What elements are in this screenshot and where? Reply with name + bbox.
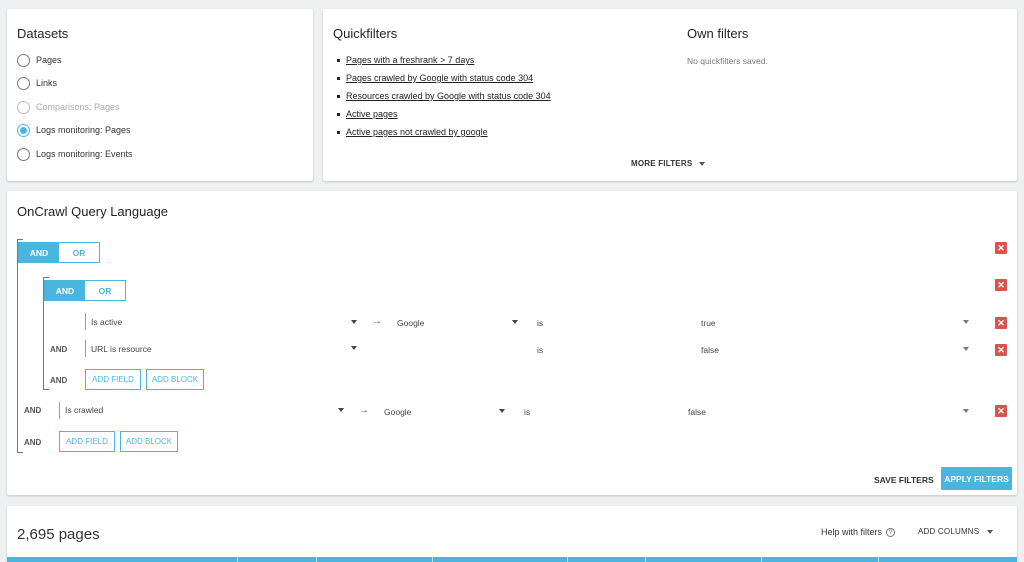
chevron-down-icon[interactable]: [351, 346, 357, 350]
table-header-cell[interactable]: [433, 557, 568, 562]
datasets-title: Datasets: [17, 26, 69, 41]
field-color-bar: [85, 340, 86, 357]
dataset-option-pages[interactable]: Pages: [17, 52, 62, 68]
dataset-option-links[interactable]: Links: [17, 75, 57, 91]
quickfilter-link[interactable]: Active pages not crawled by google: [346, 127, 488, 137]
apply-filters-button[interactable]: APPLY FILTERS: [941, 467, 1012, 490]
toggle-or[interactable]: OR: [85, 281, 125, 300]
chevron-down-icon[interactable]: [499, 409, 505, 413]
quickfilter-item: Pages crawled by Google with status code…: [336, 73, 533, 83]
quickfilter-link[interactable]: Active pages: [346, 109, 398, 119]
chevron-down-icon[interactable]: [351, 320, 357, 324]
operator-text: is: [537, 318, 544, 328]
add-block-button[interactable]: ADD BLOCK: [120, 431, 178, 452]
field-select-is-active[interactable]: Is active: [91, 317, 122, 327]
table-header-cell[interactable]: [317, 557, 433, 562]
oql-card: OnCrawl Query Language AND OR ✕ AND OR ✕…: [7, 191, 1017, 495]
more-filters-button[interactable]: MORE FILTERS: [631, 159, 706, 168]
arrow-right-icon: →: [372, 316, 382, 327]
delete-block-icon[interactable]: ✕: [995, 279, 1007, 291]
add-block-button[interactable]: ADD BLOCK: [146, 369, 204, 390]
own-filters-title: Own filters: [687, 26, 749, 41]
toggle-and[interactable]: AND: [45, 281, 85, 300]
dataset-label: Comparisons: Pages: [36, 102, 120, 112]
target-select[interactable]: Google: [397, 318, 424, 328]
oql-title: OnCrawl Query Language: [17, 204, 169, 219]
delete-row-icon[interactable]: ✕: [995, 344, 1007, 356]
field-color-bar: [59, 402, 60, 419]
dataset-option-comparisons-pages: Comparisons: Pages: [17, 99, 120, 115]
table-header-cell[interactable]: [646, 557, 762, 562]
help-label: Help with filters: [821, 527, 883, 537]
chevron-down-icon: [987, 529, 994, 534]
quickfilter-link[interactable]: Resources crawled by Google with status …: [346, 91, 551, 101]
radio-unchecked-icon[interactable]: [17, 53, 30, 67]
add-field-button[interactable]: ADD FIELD: [59, 431, 115, 452]
target-select[interactable]: Google: [384, 407, 411, 417]
toggle-and[interactable]: AND: [19, 243, 59, 262]
table-header-cell[interactable]: [568, 557, 646, 562]
save-filters-button[interactable]: SAVE FILTERS: [874, 475, 934, 485]
add-field-button[interactable]: ADD FIELD: [85, 369, 141, 390]
quickfilter-item: Active pages: [337, 109, 398, 119]
and-label: AND: [50, 376, 68, 385]
add-columns-button[interactable]: ADD COLUMNS: [918, 527, 994, 536]
and-label: AND: [50, 345, 68, 354]
quickfilter-link[interactable]: Pages with a freshrank > 7 days: [346, 55, 474, 65]
dataset-label: Links: [36, 78, 58, 88]
dataset-option-logs-events[interactable]: Logs monitoring: Events: [17, 146, 133, 162]
radio-unchecked-icon[interactable]: [17, 147, 30, 161]
inner-and-or-toggle[interactable]: AND OR: [44, 280, 126, 301]
dataset-label: Logs monitoring: Pages: [36, 125, 131, 135]
more-filters-label: MORE FILTERS: [631, 159, 693, 168]
quickfilters-title: Quickfilters: [333, 26, 398, 41]
outer-block-bracket: [17, 239, 23, 453]
chevron-down-icon: [699, 161, 706, 166]
table-header: [7, 557, 1017, 562]
delete-row-icon[interactable]: ✕: [995, 317, 1007, 329]
outer-and-or-toggle[interactable]: AND OR: [18, 242, 100, 263]
arrow-right-icon: →: [359, 405, 369, 416]
results-count: 2,695 pages: [17, 526, 100, 543]
dataset-label: Pages: [36, 55, 62, 65]
add-columns-label: ADD COLUMNS: [918, 527, 980, 536]
field-color-bar: [85, 313, 86, 330]
results-card: 2,695 pages Help with filters ? ADD COLU…: [7, 506, 1017, 562]
radio-unchecked-icon[interactable]: [17, 76, 30, 90]
dataset-label: Logs monitoring: Events: [36, 149, 133, 159]
delete-block-icon[interactable]: ✕: [995, 242, 1007, 254]
chevron-down-icon[interactable]: [963, 409, 969, 413]
quickfilter-item: Pages with a freshrank > 7 days: [336, 55, 474, 65]
datasets-card: Datasets Pages Links Comparisons: Pages …: [7, 9, 313, 181]
own-filters-empty: No quickfilters saved.: [687, 56, 768, 66]
table-header-cell[interactable]: [7, 557, 238, 562]
table-header-cell[interactable]: [762, 557, 879, 562]
quickfilter-item: Active pages not crawled by google: [337, 127, 488, 137]
chevron-down-icon[interactable]: [963, 320, 969, 324]
value-select[interactable]: false: [688, 407, 706, 417]
toggle-or[interactable]: OR: [59, 243, 99, 262]
chevron-down-icon[interactable]: [963, 347, 969, 351]
quickfilters-card: Quickfilters Pages with a freshrank > 7 …: [323, 9, 1017, 181]
radio-disabled-icon: [17, 100, 30, 114]
field-select-url-is-resource[interactable]: URL is resource: [91, 344, 152, 354]
help-circle-icon: ?: [886, 527, 896, 537]
table-header-cell[interactable]: [879, 557, 1017, 562]
chevron-down-icon[interactable]: [512, 320, 518, 324]
value-select[interactable]: false: [701, 345, 719, 355]
and-label: AND: [24, 406, 42, 415]
help-with-filters-link[interactable]: Help with filters ?: [821, 527, 896, 537]
operator-text: is: [537, 345, 544, 355]
delete-row-icon[interactable]: ✕: [995, 405, 1007, 417]
table-header-cell[interactable]: [238, 557, 317, 562]
chevron-down-icon[interactable]: [338, 408, 344, 412]
field-select-is-crawled[interactable]: Is crawled: [65, 405, 103, 415]
quickfilter-item: Resources crawled by Google with status …: [337, 91, 551, 101]
and-label: AND: [24, 438, 42, 447]
dataset-option-logs-pages[interactable]: Logs monitoring: Pages: [17, 122, 131, 138]
value-select[interactable]: true: [701, 318, 716, 328]
quickfilter-link[interactable]: Pages crawled by Google with status code…: [346, 73, 533, 83]
radio-checked-icon[interactable]: [17, 123, 30, 137]
operator-text: is: [524, 407, 531, 417]
